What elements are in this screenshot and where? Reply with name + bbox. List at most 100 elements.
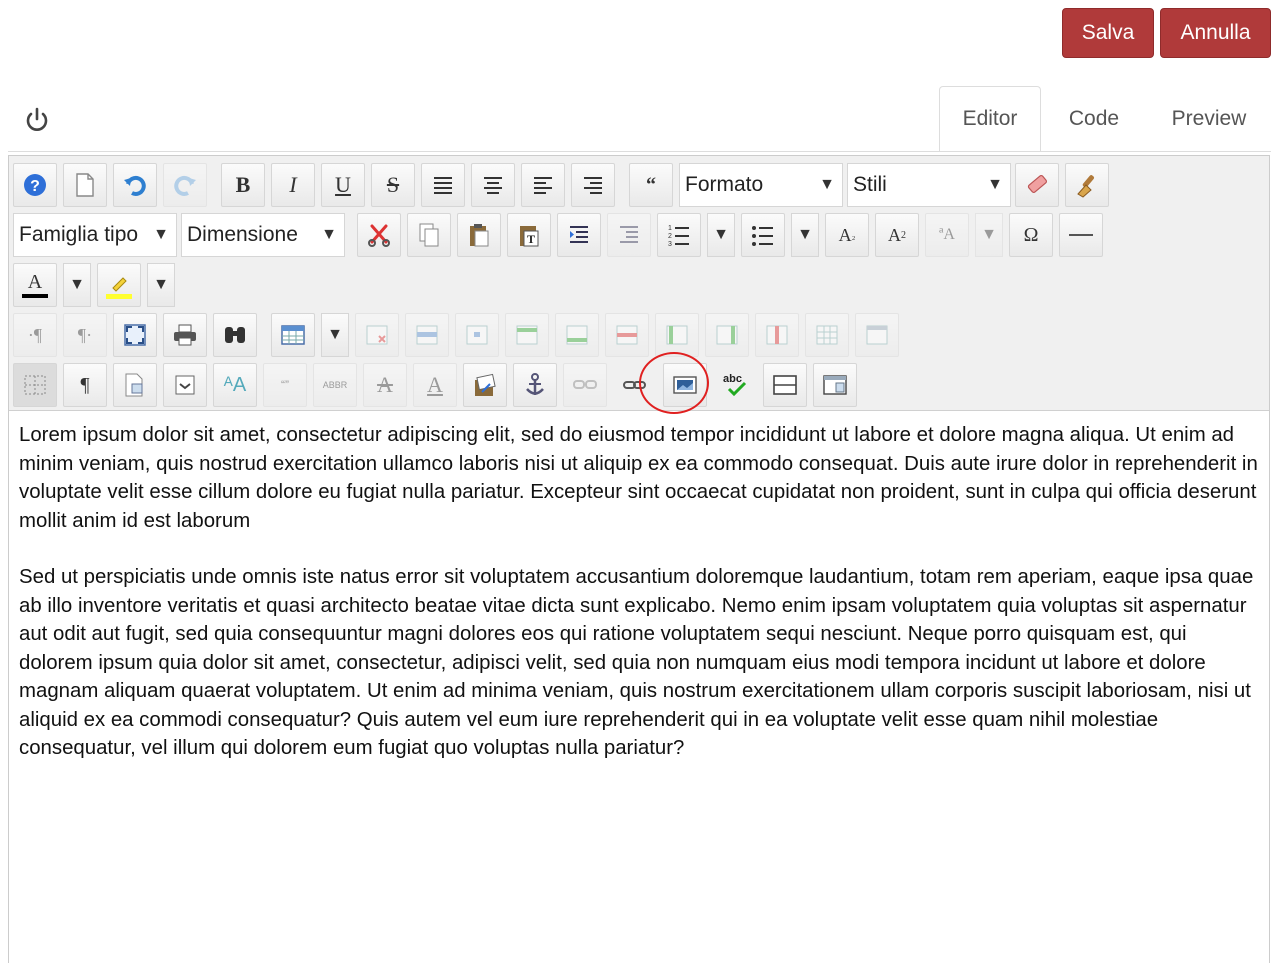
fullscreen-icon[interactable]: [113, 313, 157, 357]
paste-text-icon[interactable]: T: [507, 213, 551, 257]
div-container-icon[interactable]: [763, 363, 807, 407]
font-size-select[interactable]: Dimensione ▼: [181, 213, 345, 257]
find-icon[interactable]: [213, 313, 257, 357]
chevron-down-icon[interactable]: ▼: [147, 263, 175, 307]
chevron-down-icon: ▼: [987, 176, 1003, 193]
template-icon[interactable]: [113, 363, 157, 407]
font-size-select-value: Dimensione: [187, 223, 298, 246]
eraser-icon[interactable]: [1015, 163, 1059, 207]
help-icon[interactable]: ?: [13, 163, 57, 207]
split-cells-icon[interactable]: [805, 313, 849, 357]
merge-cells-icon[interactable]: [855, 313, 899, 357]
spellcheck-icon[interactable]: abc: [713, 363, 757, 407]
align-center-icon[interactable]: [471, 163, 515, 207]
table-cell-props-icon[interactable]: [455, 313, 499, 357]
rtl-direction-icon[interactable]: ¶·: [63, 313, 107, 357]
chevron-down-icon[interactable]: ▼: [791, 213, 819, 257]
insert-col-before-icon[interactable]: [655, 313, 699, 357]
rich-text-editor: ? B I U S “ Formato ▼ Stili ▼ Famiglia t…: [8, 155, 1270, 963]
insertion-icon[interactable]: A: [413, 363, 457, 407]
insert-col-after-icon[interactable]: [705, 313, 749, 357]
page-break-icon[interactable]: [163, 363, 207, 407]
chevron-down-icon: ▼: [321, 226, 337, 243]
superscript-icon[interactable]: A2: [875, 213, 919, 257]
chevron-down-icon[interactable]: ▼: [63, 263, 91, 307]
clean-format-icon[interactable]: [1065, 163, 1109, 207]
strikethrough-icon[interactable]: S: [371, 163, 415, 207]
copy-icon[interactable]: [407, 213, 451, 257]
svg-text:abc: abc: [723, 373, 742, 385]
svg-text:T: T: [527, 232, 535, 246]
numbered-list-icon[interactable]: 123: [657, 213, 701, 257]
tab-code[interactable]: Code: [1041, 86, 1147, 152]
save-button[interactable]: Salva: [1062, 8, 1154, 58]
table-icon[interactable]: [271, 313, 315, 357]
ltr-direction-icon[interactable]: ·¶: [13, 313, 57, 357]
show-blocks-icon[interactable]: ¶: [63, 363, 107, 407]
attributes-icon[interactable]: [463, 363, 507, 407]
language-icon[interactable]: ªA: [925, 213, 969, 257]
bullet-list-icon[interactable]: [741, 213, 785, 257]
table-row-props-icon[interactable]: [405, 313, 449, 357]
new-document-icon[interactable]: [63, 163, 107, 207]
visual-aid-icon[interactable]: [13, 363, 57, 407]
cancel-button[interactable]: Annulla: [1160, 8, 1271, 58]
svg-text:?: ?: [30, 178, 40, 195]
format-select[interactable]: Formato ▼: [679, 163, 843, 207]
background-color-icon[interactable]: [97, 263, 141, 307]
subscript-icon[interactable]: A₂: [825, 213, 869, 257]
indent-icon[interactable]: [557, 213, 601, 257]
editor-content[interactable]: Lorem ipsum dolor sit amet, consectetur …: [19, 421, 1259, 791]
insert-row-before-icon[interactable]: [505, 313, 549, 357]
underline-icon[interactable]: U: [321, 163, 365, 207]
unlink-icon[interactable]: [563, 363, 607, 407]
chevron-down-icon[interactable]: ▼: [321, 313, 349, 357]
svg-text:1: 1: [668, 225, 672, 232]
chevron-down-icon[interactable]: ▼: [707, 213, 735, 257]
chevron-down-icon[interactable]: ▼: [975, 213, 1003, 257]
bold-icon[interactable]: B: [221, 163, 265, 207]
outdent-icon[interactable]: [607, 213, 651, 257]
content-paragraph: Sed ut perspiciatis unde omnis iste natu…: [19, 566, 1254, 759]
align-right-icon[interactable]: [571, 163, 615, 207]
undo-icon[interactable]: [113, 163, 157, 207]
table-delete-icon[interactable]: [355, 313, 399, 357]
font-family-select[interactable]: Famiglia tipo ▼: [13, 213, 177, 257]
insert-row-after-icon[interactable]: [555, 313, 599, 357]
print-icon[interactable]: [163, 313, 207, 357]
tab-divider: [8, 151, 1271, 152]
power-icon[interactable]: [22, 105, 52, 135]
iframe-icon[interactable]: [813, 363, 857, 407]
editor-tabs: Editor Code Preview: [939, 85, 1271, 152]
svg-text:3: 3: [668, 241, 672, 247]
abbreviation-icon[interactable]: ABBR: [313, 363, 357, 407]
paste-icon[interactable]: [457, 213, 501, 257]
highlight-circle: [639, 352, 709, 414]
italic-icon[interactable]: I: [271, 163, 315, 207]
styles-select[interactable]: Stili ▼: [847, 163, 1011, 207]
svg-text:2: 2: [668, 233, 672, 240]
text-color-icon[interactable]: A: [13, 263, 57, 307]
chevron-down-icon: ▼: [819, 176, 835, 193]
styles-select-value: Stili: [853, 173, 887, 196]
font-family-select-value: Famiglia tipo: [19, 223, 139, 246]
redo-icon[interactable]: [163, 163, 207, 207]
justify-icon[interactable]: [421, 163, 465, 207]
horizontal-rule-icon[interactable]: [1059, 213, 1103, 257]
align-left-icon[interactable]: [521, 163, 565, 207]
delete-row-icon[interactable]: [605, 313, 649, 357]
delete-col-icon[interactable]: [755, 313, 799, 357]
action-bar: Salva Annulla: [1062, 8, 1271, 58]
anchor-icon[interactable]: [513, 363, 557, 407]
chevron-down-icon: ▼: [153, 226, 169, 243]
blockquote-icon[interactable]: “: [629, 163, 673, 207]
format-select-value: Formato: [685, 173, 764, 196]
deletion-icon[interactable]: A: [363, 363, 407, 407]
special-character-icon[interactable]: Ω: [1009, 213, 1053, 257]
editor-toolbar: ? B I U S “ Formato ▼ Stili ▼ Famiglia t…: [9, 156, 1269, 411]
tab-editor[interactable]: Editor: [939, 86, 1041, 152]
cite-icon[interactable]: “”: [263, 363, 307, 407]
font-style-icon[interactable]: ᴬA: [213, 363, 257, 407]
tab-preview[interactable]: Preview: [1147, 86, 1271, 152]
cut-icon[interactable]: [357, 213, 401, 257]
